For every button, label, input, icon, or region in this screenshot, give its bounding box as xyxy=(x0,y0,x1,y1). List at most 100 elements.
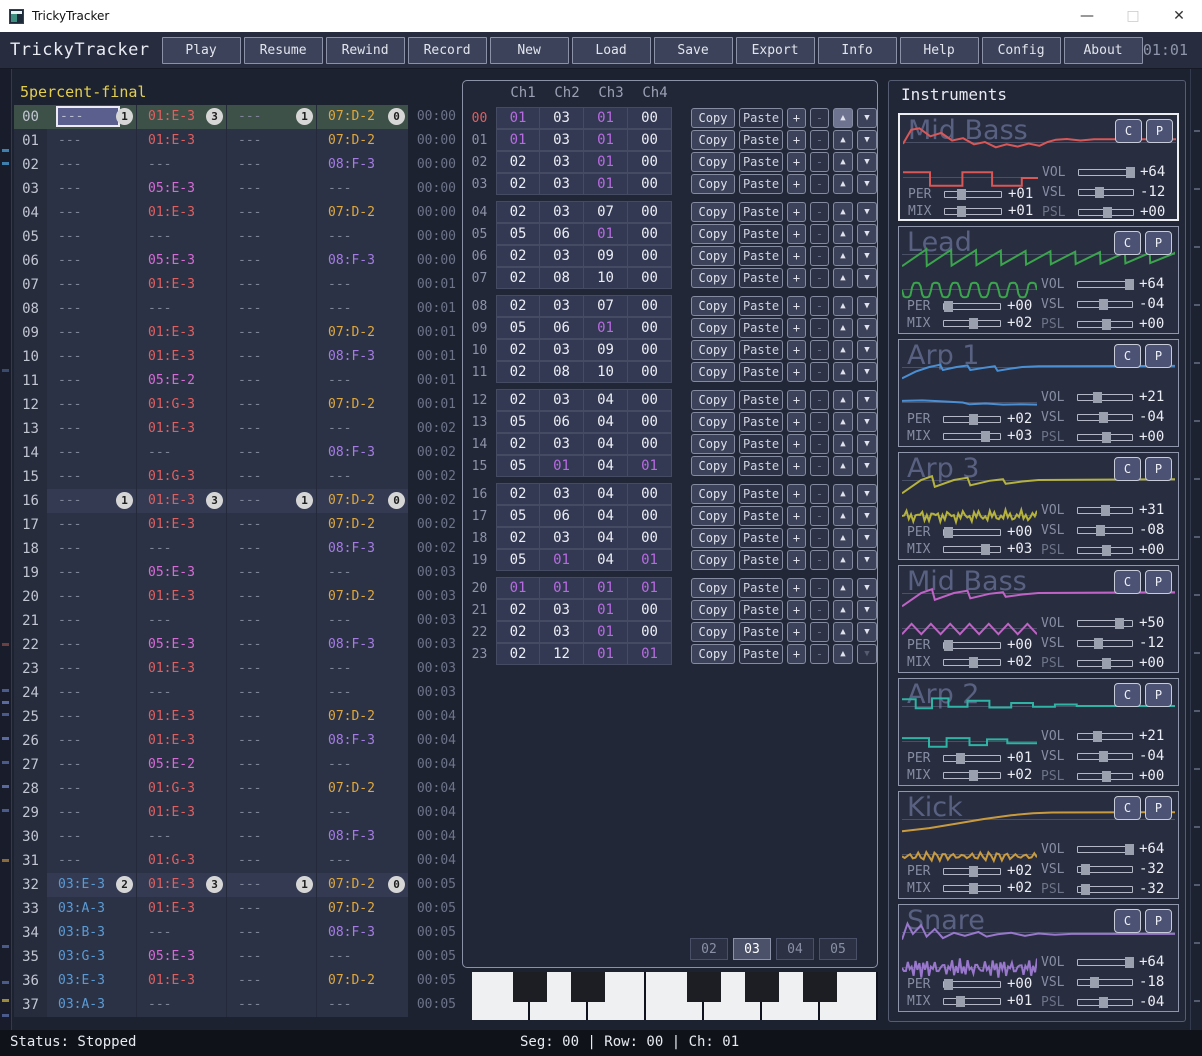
pattern-row[interactable]: 01---01:E-3---07:D-200:00 xyxy=(14,129,456,153)
pattern-row[interactable]: 27---05:E-2------00:04 xyxy=(14,753,456,777)
pattern-note-cell[interactable]: --- xyxy=(227,897,317,921)
pattern-note-cell[interactable]: --- xyxy=(227,441,317,465)
sequence-cell[interactable]: 10 xyxy=(584,267,628,289)
paste-instrument-button[interactable]: P xyxy=(1145,683,1172,707)
move-down-button[interactable]: ▼ xyxy=(857,340,877,360)
remove-button[interactable]: - xyxy=(810,268,829,288)
vol-slider-handle[interactable] xyxy=(1115,618,1124,629)
pattern-note-cell[interactable]: 07:D-2 xyxy=(317,897,408,921)
pattern-note-cell[interactable]: --- xyxy=(227,513,317,537)
paste-button[interactable]: Paste xyxy=(739,578,783,598)
minimize-button[interactable]: — xyxy=(1064,0,1110,32)
mix-slider-handle[interactable] xyxy=(969,318,978,329)
sequence-cell[interactable]: 01 xyxy=(584,317,628,339)
pattern-row[interactable]: 05------------00:00 xyxy=(14,225,456,249)
pattern-note-cell[interactable]: 01:E-33 xyxy=(137,489,227,513)
toolbar-button-help[interactable]: Help xyxy=(900,37,979,64)
per-slider[interactable] xyxy=(943,642,1001,649)
remove-button[interactable]: - xyxy=(810,130,829,150)
paste-instrument-button[interactable]: P xyxy=(1145,457,1172,481)
copy-button[interactable]: Copy xyxy=(691,174,735,194)
pattern-note-cell[interactable]: 01:G-3 xyxy=(137,465,227,489)
pattern-note-cell[interactable]: --- xyxy=(47,609,137,633)
piano-black-key[interactable] xyxy=(687,972,721,1002)
instrument-card[interactable]: Mid BassCPPER+01MIX+01VOL+64VSL-12PSL+00 xyxy=(898,113,1179,221)
move-down-button[interactable]: ▼ xyxy=(857,390,877,410)
paste-button[interactable]: Paste xyxy=(739,456,783,476)
sequence-cell[interactable]: 03 xyxy=(540,245,584,267)
copy-button[interactable]: Copy xyxy=(691,600,735,620)
pattern-note-cell[interactable]: --- xyxy=(227,561,317,585)
pattern-note-cell[interactable]: 08:F-3 xyxy=(317,537,408,561)
add-button[interactable]: + xyxy=(787,412,806,432)
pattern-note-cell[interactable]: 05:E-3 xyxy=(137,945,227,969)
move-down-button[interactable]: ▼ xyxy=(857,600,877,620)
pattern-note-cell[interactable]: 01:E-3 xyxy=(137,129,227,153)
copy-instrument-button[interactable]: C xyxy=(1115,119,1142,143)
move-down-button[interactable]: ▼ xyxy=(857,224,877,244)
pattern-note-cell[interactable]: --- xyxy=(47,369,137,393)
pattern-minimap[interactable] xyxy=(0,69,12,1030)
remove-button[interactable]: - xyxy=(810,296,829,316)
pattern-note-cell[interactable]: --- xyxy=(47,417,137,441)
pattern-row[interactable]: 3603:E-301:E-3---07:D-200:05 xyxy=(14,969,456,993)
sequence-cell[interactable]: 02 xyxy=(496,621,540,643)
pattern-note-cell[interactable]: 07:D-2 xyxy=(317,705,408,729)
sequence-cell[interactable]: 03 xyxy=(540,527,584,549)
pattern-row[interactable]: 12---01:G-3---07:D-200:01 xyxy=(14,393,456,417)
move-up-button[interactable]: ▲ xyxy=(833,456,853,476)
pattern-note-cell[interactable]: --- xyxy=(227,153,317,177)
per-slider[interactable] xyxy=(943,303,1001,310)
vol-slider[interactable] xyxy=(1077,959,1133,966)
sequence-cell[interactable]: 02 xyxy=(496,433,540,455)
psl-slider-handle[interactable] xyxy=(1102,545,1111,556)
instrument-card[interactable]: KickCPPER+02MIX+02VOL+64VSL-32PSL-32 xyxy=(898,791,1179,899)
add-button[interactable]: + xyxy=(787,246,806,266)
pattern-note-cell[interactable]: --- xyxy=(47,201,137,225)
move-up-button[interactable]: ▲ xyxy=(833,108,853,128)
pattern-note-cell[interactable]: 01:E-3 xyxy=(137,729,227,753)
paste-button[interactable]: Paste xyxy=(739,318,783,338)
move-down-button[interactable]: ▼ xyxy=(857,644,877,664)
pattern-note-cell[interactable]: 01:E-3 xyxy=(137,657,227,681)
vol-slider[interactable] xyxy=(1077,281,1133,288)
move-up-button[interactable]: ▲ xyxy=(833,268,853,288)
sequence-cell[interactable]: 05 xyxy=(496,549,540,571)
pattern-note-cell[interactable]: --- xyxy=(227,369,317,393)
pattern-row[interactable]: 3503:G-305:E-3------00:05 xyxy=(14,945,456,969)
add-button[interactable]: + xyxy=(787,130,806,150)
sequence-cell[interactable]: 00 xyxy=(628,527,672,549)
mix-slider-handle[interactable] xyxy=(969,883,978,894)
sequence-cell[interactable]: 07 xyxy=(584,201,628,223)
toolbar-button-new[interactable]: New xyxy=(490,37,569,64)
piano-black-key[interactable] xyxy=(745,972,779,1002)
vsl-slider-handle[interactable] xyxy=(1099,751,1108,762)
copy-button[interactable]: Copy xyxy=(691,130,735,150)
per-slider[interactable] xyxy=(943,529,1001,536)
pattern-row[interactable]: 13---01:E-3------00:02 xyxy=(14,417,456,441)
pattern-note-cell[interactable]: 01:E-3 xyxy=(137,585,227,609)
sequence-cell[interactable]: 10 xyxy=(584,361,628,383)
vsl-slider[interactable] xyxy=(1078,189,1134,196)
sequence-cell[interactable]: 05 xyxy=(496,411,540,433)
pattern-row[interactable]: 3703:A-3---------00:05 xyxy=(14,993,456,1017)
per-slider-handle[interactable] xyxy=(969,414,978,425)
add-button[interactable]: + xyxy=(787,434,806,454)
vsl-slider[interactable] xyxy=(1077,866,1133,873)
mix-slider[interactable] xyxy=(943,772,1001,779)
pattern-note-cell[interactable]: --- xyxy=(317,561,408,585)
add-button[interactable]: + xyxy=(787,108,806,128)
move-up-button[interactable]: ▲ xyxy=(833,550,853,570)
mix-slider[interactable] xyxy=(943,320,1001,327)
sequence-cell[interactable]: 01 xyxy=(584,223,628,245)
sequence-cell[interactable]: 02 xyxy=(496,643,540,665)
sequence-cell[interactable]: 03 xyxy=(540,483,584,505)
per-slider[interactable] xyxy=(943,755,1001,762)
pattern-row[interactable]: 20---01:E-3---07:D-200:03 xyxy=(14,585,456,609)
vsl-slider-handle[interactable] xyxy=(1081,864,1090,875)
pattern-note-cell[interactable]: 07:D-20 xyxy=(317,105,408,129)
pattern-note-cell[interactable]: --- xyxy=(227,297,317,321)
paste-button[interactable]: Paste xyxy=(739,600,783,620)
psl-slider-handle[interactable] xyxy=(1102,319,1111,330)
copy-button[interactable]: Copy xyxy=(691,550,735,570)
